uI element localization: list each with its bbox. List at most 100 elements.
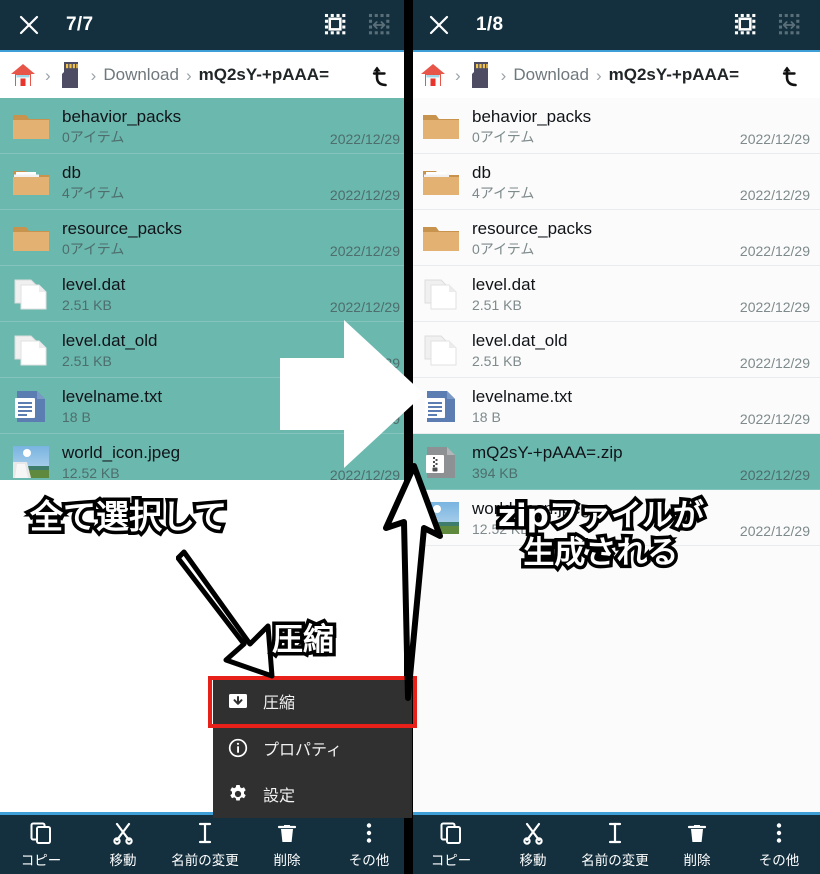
image-thumb-icon (8, 439, 54, 485)
file-row[interactable]: level.dat_old 2.51 KB 2022/12/29 (0, 322, 410, 378)
breadcrumb-segment-download[interactable]: Download (103, 65, 179, 85)
left-action-bar: 7/7 (0, 0, 410, 50)
select-range-icon[interactable] (772, 7, 808, 43)
breadcrumb-separator: › (45, 65, 51, 85)
menu-item-gear[interactable]: 設定 (213, 771, 412, 818)
file-meta: 0アイテム (62, 128, 125, 145)
menu-item-label: 設定 (263, 788, 296, 806)
right-breadcrumb[interactable]: › › Download › mQ2sY-+pAAA= (410, 50, 820, 98)
file-name: mQ2sY-+pAAA=.zip (472, 442, 623, 462)
file-row[interactable]: levelname.txt 18 B 2022/12/29 (0, 378, 410, 434)
file-row[interactable]: level.dat 2.51 KB 2022/12/29 (0, 266, 410, 322)
toolbar-more[interactable]: その他 (328, 820, 410, 869)
go-up-icon[interactable] (366, 58, 400, 92)
file-date: 2022/12/29 (739, 243, 810, 259)
file-row[interactable]: db 4アイテム 2022/12/29 (0, 154, 410, 210)
select-all-icon[interactable] (728, 7, 764, 43)
file-info: level.dat_old 2.51 KB (62, 330, 322, 370)
archive-icon (227, 690, 249, 712)
breadcrumb-segment-current[interactable]: mQ2sY-+pAAA= (199, 65, 329, 85)
toolbar-label: 削除 (273, 853, 301, 868)
breadcrumb-separator: › (500, 65, 507, 85)
gear-icon (227, 783, 249, 805)
close-icon[interactable] (422, 8, 456, 42)
file-name: levelname.txt (472, 386, 573, 406)
file-row[interactable]: behavior_packs 0アイテム 2022/12/29 (0, 98, 410, 154)
file-info: level.dat_old 2.51 KB (472, 330, 732, 370)
file-text-icon (8, 383, 54, 429)
toolbar-label: コピー (430, 853, 472, 868)
menu-item-info[interactable]: プロパティ (213, 725, 412, 772)
right-file-list[interactable]: behavior_packs 0アイテム 2022/12/29 db 4アイテム 2022… (410, 98, 820, 546)
more-icon (767, 820, 791, 846)
file-date: 2022/12/29 (739, 131, 810, 147)
toolbar-rename[interactable]: 名前の変更 (164, 820, 246, 869)
toolbar-cut[interactable]: 移動 (82, 820, 164, 869)
copy-icon (439, 820, 463, 846)
file-name: level.dat (472, 274, 536, 294)
file-row[interactable]: resource_packs 0アイテム 2022/12/29 (0, 210, 410, 266)
context-menu[interactable]: 圧縮プロパティ設定 (213, 678, 412, 818)
file-info: level.dat 2.51 KB (62, 274, 322, 314)
right-action-bar: 1/8 (410, 0, 820, 50)
trash-icon (685, 820, 709, 846)
home-icon[interactable] (8, 60, 38, 90)
file-blank-icon (418, 271, 464, 317)
toolbar-rename[interactable]: 名前の変更 (574, 820, 656, 869)
file-blank-icon (8, 327, 54, 373)
file-row[interactable]: behavior_packs 0アイテム 2022/12/29 (410, 98, 820, 154)
sdcard-icon[interactable] (468, 60, 494, 90)
file-meta: 4アイテム (62, 184, 125, 201)
file-name: world_icon.jpeg (62, 442, 181, 462)
breadcrumb-segment-current[interactable]: mQ2sY-+pAAA= (609, 65, 739, 85)
file-zip-icon (418, 439, 464, 485)
toolbar-copy[interactable]: コピー (410, 820, 492, 869)
left-breadcrumb[interactable]: › › Download › mQ2sY-+pAAA= (0, 50, 410, 98)
file-date: 2022/12/29 (739, 187, 810, 203)
file-name: resource_packs (62, 218, 183, 238)
info-icon (227, 737, 249, 759)
file-row[interactable]: level.dat_old 2.51 KB 2022/12/29 (410, 322, 820, 378)
file-info: levelname.txt 18 B (472, 386, 732, 426)
file-date: 2022/12/29 (739, 411, 810, 427)
breadcrumb-segment-download[interactable]: Download (513, 65, 589, 85)
file-info: resource_packs 0アイテム (62, 218, 322, 258)
toolbar-cut[interactable]: 移動 (492, 820, 574, 869)
file-date: 2022/12/29 (739, 355, 810, 371)
breadcrumb-separator: › (90, 65, 97, 85)
file-row[interactable]: level.dat 2.51 KB 2022/12/29 (410, 266, 820, 322)
toolbar-copy[interactable]: コピー (0, 820, 82, 869)
image-thumb-icon (418, 495, 464, 541)
toolbar-more[interactable]: その他 (738, 820, 820, 869)
menu-item-label: 圧縮 (263, 695, 296, 713)
file-date: 2022/12/29 (329, 411, 400, 427)
select-range-icon[interactable] (362, 7, 398, 43)
file-info: mQ2sY-+pAAA=.zip 394 KB (472, 442, 732, 482)
right-bottom-toolbar[interactable]: コピー 移動 名前の変更 削除 その他 (410, 812, 820, 874)
toolbar-trash[interactable]: 削除 (246, 820, 328, 869)
left-file-list[interactable]: behavior_packs 0アイテム 2022/12/29 db 4アイテム 2022… (0, 98, 410, 490)
file-row[interactable]: levelname.txt 18 B 2022/12/29 (410, 378, 820, 434)
home-icon[interactable] (418, 60, 448, 90)
toolbar-label: その他 (758, 853, 800, 868)
file-date: 2022/12/29 (329, 299, 400, 315)
file-info: db 4アイテム (62, 162, 322, 202)
sdcard-icon[interactable] (58, 60, 84, 90)
select-all-icon[interactable] (318, 7, 354, 43)
file-date: 2022/12/29 (329, 131, 400, 147)
folder-full-icon (418, 159, 464, 205)
toolbar-trash[interactable]: 削除 (656, 820, 738, 869)
close-icon[interactable] (12, 8, 46, 42)
file-row[interactable]: resource_packs 0アイテム 2022/12/29 (410, 210, 820, 266)
right-panel-after: 1/8 › › Download › mQ2sY-+pAAA= behavior… (410, 0, 820, 874)
go-up-icon[interactable] (776, 58, 810, 92)
file-blank-icon (418, 327, 464, 373)
file-row[interactable]: db 4アイテム 2022/12/29 (410, 154, 820, 210)
file-info: resource_packs 0アイテム (472, 218, 732, 258)
menu-item-archive[interactable]: 圧縮 (213, 678, 412, 725)
file-text-icon (418, 383, 464, 429)
file-info: world_icon.jpeg 12.52 KB (62, 442, 322, 482)
file-row[interactable]: mQ2sY-+pAAA=.zip 394 KB 2022/12/29 (410, 434, 820, 490)
more-icon (357, 820, 381, 846)
left-bottom-toolbar[interactable]: コピー 移動 名前の変更 削除 その他 (0, 812, 410, 874)
